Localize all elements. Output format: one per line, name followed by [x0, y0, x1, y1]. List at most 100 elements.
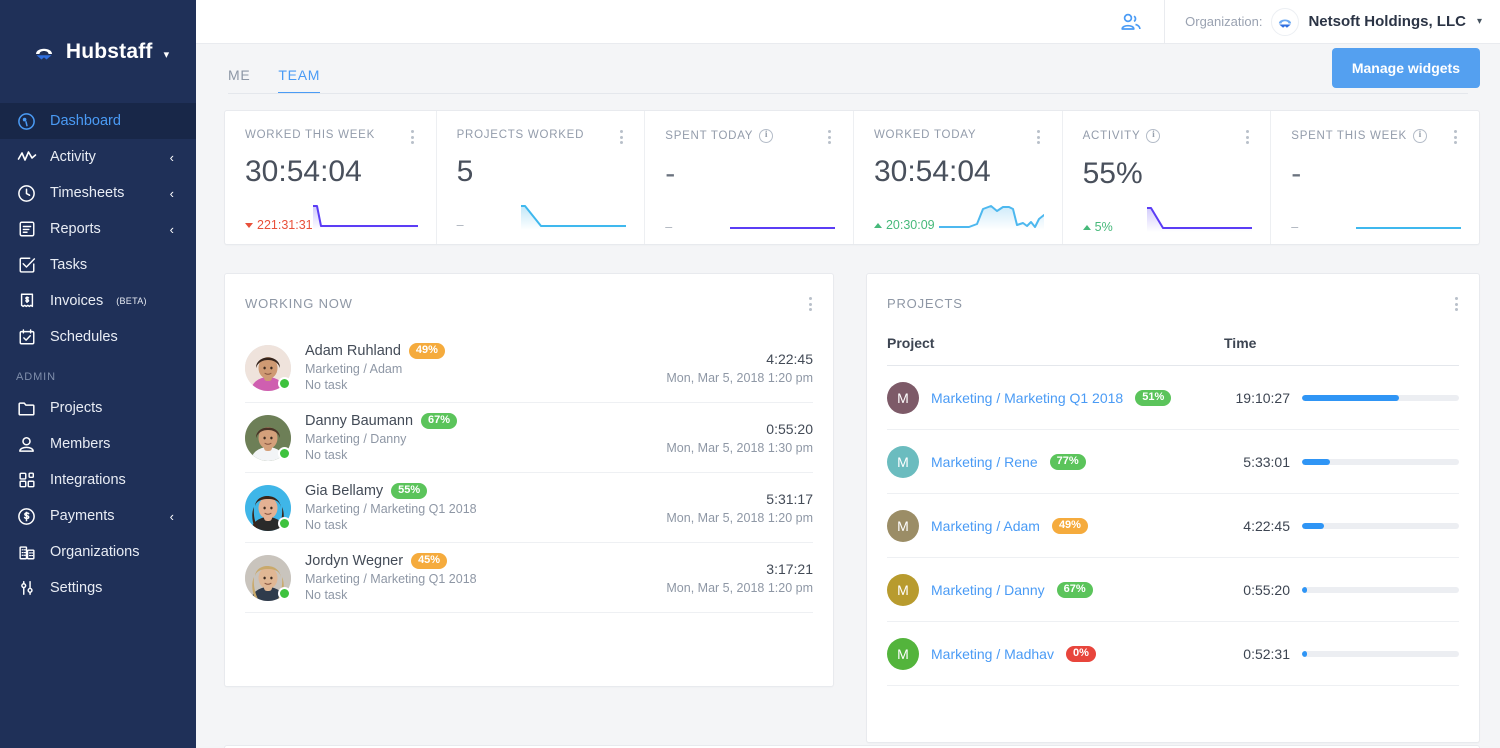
sparkline-chart: [730, 202, 835, 236]
activity-wave-icon: [16, 147, 37, 168]
project-activity-badge: 51%: [1135, 390, 1171, 406]
calendar-check-icon: [16, 327, 37, 348]
tab-me[interactable]: ME: [228, 67, 250, 94]
project-row[interactable]: MMarketing / Adam49%4:22:45: [887, 494, 1459, 558]
stat-card-menu-icon[interactable]: [1449, 129, 1463, 145]
stat-card-delta: 5%: [1083, 220, 1113, 236]
project-name-link[interactable]: Marketing / Danny: [931, 582, 1045, 598]
sidebar-item-tasks[interactable]: Tasks: [0, 247, 196, 283]
brand-logo-area[interactable]: Hubstaff ▾: [0, 0, 196, 103]
manage-widgets-button[interactable]: Manage widgets: [1332, 48, 1480, 88]
working-now-info: Jordyn Wegner45%Marketing / Marketing Q1…: [305, 553, 666, 602]
dashboard-tabs: ME TEAM: [228, 44, 320, 94]
activity-badge: 49%: [409, 343, 445, 359]
working-now-menu-icon[interactable]: [803, 296, 817, 312]
person-icon: [16, 434, 37, 455]
sparkline-chart: [939, 200, 1044, 234]
sidebar-item-dashboard[interactable]: Dashboard: [0, 103, 196, 139]
sidebar-item-invoices[interactable]: Invoices (BETA): [0, 283, 196, 319]
stat-card-footer: –: [457, 202, 627, 234]
dashboard-content: WORKED THIS WEEK 30:54:04 221:31:31 PROJECT…: [196, 94, 1500, 743]
sidebar-item-projects[interactable]: Projects: [0, 390, 196, 426]
stat-card-header: WORKED THIS WEEK: [245, 129, 418, 141]
working-now-meta: 0:55:20Mon, Mar 5, 2018 1:30 pm: [666, 421, 813, 455]
chevron-left-icon[interactable]: ‹: [170, 223, 174, 236]
sidebar-item-integrations[interactable]: Integrations: [0, 462, 196, 498]
working-now-row[interactable]: Gia Bellamy55%Marketing / Marketing Q1 2…: [245, 473, 813, 543]
sidebar-item-payments[interactable]: Payments‹: [0, 498, 196, 534]
organization-selector[interactable]: Organization: Netsoft Holdings, LLC ▾: [1165, 8, 1500, 36]
info-icon[interactable]: i: [759, 129, 773, 143]
sidebar-item-activity[interactable]: Activity‹: [0, 139, 196, 175]
people-add-icon[interactable]: [1098, 12, 1164, 32]
stat-card: WORKED TODAY30:54:0420:30:09: [853, 111, 1062, 244]
stat-card-delta: 221:31:31: [245, 218, 313, 234]
stat-card-menu-icon[interactable]: [823, 129, 837, 145]
activity-badge: 45%: [411, 553, 447, 569]
stat-card-delta: –: [457, 218, 463, 234]
sidebar-item-label: Invoices: [50, 293, 103, 309]
sidebar-item-reports[interactable]: Reports ‹: [0, 211, 196, 247]
working-now-panel: WORKING NOW Adam Ruhland49%Marketing / A…: [224, 273, 834, 687]
info-icon[interactable]: i: [1413, 129, 1427, 143]
projects-panel: PROJECTS Project Time MMarketing / Marke…: [866, 273, 1480, 743]
stat-card-title: SPENT THIS WEEK: [1291, 130, 1407, 142]
project-name-link[interactable]: Marketing / Madhav: [931, 646, 1054, 662]
sidebar-item-organizations[interactable]: Organizations: [0, 534, 196, 570]
stat-card-menu-icon[interactable]: [1240, 129, 1254, 145]
chevron-left-icon[interactable]: ‹: [170, 510, 174, 523]
sidebar-item-settings[interactable]: Settings: [0, 570, 196, 606]
stat-card-title: PROJECTS WORKED: [457, 129, 585, 141]
stat-card-menu-icon[interactable]: [614, 129, 628, 145]
project-main: MMarketing / Madhav0%: [887, 638, 1224, 670]
project-time: 19:10:27: [1224, 390, 1290, 406]
beta-badge: (BETA): [116, 296, 147, 306]
projects-table: Project Time MMarketing / Marketing Q1 2…: [867, 335, 1479, 686]
stat-card-value: 30:54:04: [874, 157, 1044, 187]
chevron-left-icon[interactable]: ‹: [170, 187, 174, 200]
column-header-project: Project: [887, 335, 1224, 351]
stat-card-value: -: [665, 159, 835, 189]
stat-card-delta-value: 221:31:31: [257, 218, 313, 232]
project-avatar: M: [887, 446, 919, 478]
project-time-cell: 0:55:20: [1224, 582, 1459, 598]
stat-card-footer: 20:30:09: [874, 202, 1044, 234]
tab-team[interactable]: TEAM: [278, 67, 320, 94]
project-name-link[interactable]: Marketing / Marketing Q1 2018: [931, 390, 1123, 406]
invoice-receipt-icon: [16, 291, 37, 312]
project-row[interactable]: MMarketing / Madhav0%0:52:31: [887, 622, 1459, 686]
stat-card-menu-icon[interactable]: [406, 129, 420, 145]
project-row[interactable]: MMarketing / Rene77%5:33:01: [887, 430, 1459, 494]
project-row[interactable]: MMarketing / Marketing Q1 201851%19:10:2…: [887, 366, 1459, 430]
project-row[interactable]: MMarketing / Danny67%0:55:20: [887, 558, 1459, 622]
stat-card-header: SPENT THIS WEEK i: [1291, 129, 1461, 143]
member-project: Marketing / Adam: [305, 362, 666, 376]
sparkline-chart: [1147, 202, 1252, 236]
hubstaff-org-avatar-icon: [1271, 8, 1299, 36]
sidebar-item-timesheets[interactable]: Timesheets‹: [0, 175, 196, 211]
project-name-link[interactable]: Marketing / Adam: [931, 518, 1040, 534]
projects-menu-icon[interactable]: [1449, 296, 1463, 312]
member-task: No task: [305, 448, 666, 462]
working-now-info: Gia Bellamy55%Marketing / Marketing Q1 2…: [305, 483, 666, 532]
sidebar-item-label: Integrations: [50, 472, 126, 488]
project-name-link[interactable]: Marketing / Rene: [931, 454, 1038, 470]
sidebar-item-schedules[interactable]: Schedules: [0, 319, 196, 355]
stat-card-menu-icon[interactable]: [1032, 129, 1046, 145]
member-time: 5:31:17: [666, 491, 813, 507]
brand-caret-icon[interactable]: ▾: [164, 48, 170, 61]
sidebar-item-label: Reports: [50, 221, 101, 237]
chevron-left-icon[interactable]: ‹: [170, 151, 174, 164]
working-now-row[interactable]: Adam Ruhland49%Marketing / AdamNo task4:…: [245, 333, 813, 403]
report-document-icon: [16, 219, 37, 240]
sidebar-item-members[interactable]: Members: [0, 426, 196, 462]
working-now-row[interactable]: Danny Baumann67%Marketing / DannyNo task…: [245, 403, 813, 473]
member-time: 3:17:21: [666, 561, 813, 577]
stat-card-footer: 221:31:31: [245, 202, 418, 234]
member-task: No task: [305, 378, 666, 392]
info-icon[interactable]: i: [1146, 129, 1160, 143]
sidebar-item-label: Projects: [50, 400, 102, 416]
project-progress-bar: [1302, 523, 1459, 529]
working-now-row[interactable]: Jordyn Wegner45%Marketing / Marketing Q1…: [245, 543, 813, 613]
chevron-down-icon[interactable]: ▾: [1477, 16, 1482, 27]
